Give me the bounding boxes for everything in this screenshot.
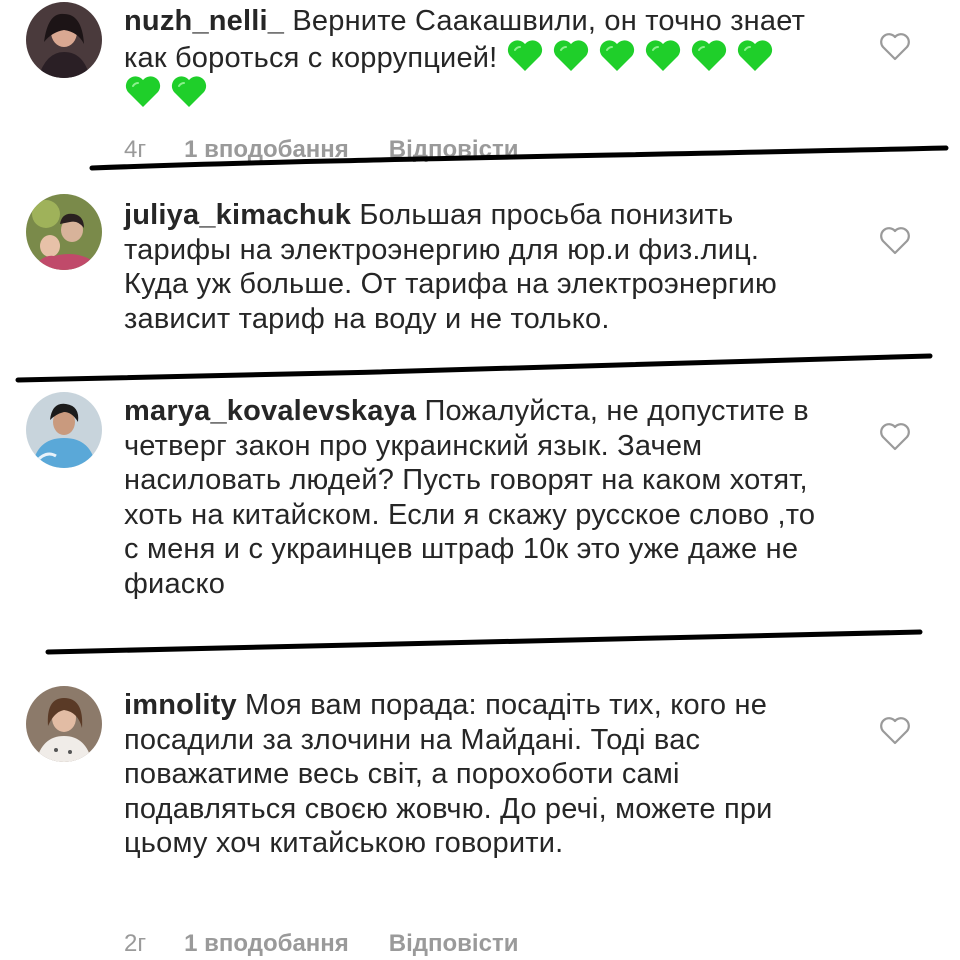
green-heart-icon xyxy=(124,75,162,109)
green-heart-icon xyxy=(170,75,208,109)
avatar-image xyxy=(26,2,102,78)
comment-text: marya_kovalevskaya Пожалуйста, не допуст… xyxy=(124,394,824,601)
marker-stroke-2 xyxy=(15,353,933,383)
marker-stroke-3 xyxy=(45,629,923,655)
avatar[interactable] xyxy=(26,194,102,270)
avatar-image xyxy=(26,194,102,270)
green-heart-icon xyxy=(690,39,728,73)
reply-button[interactable]: Відповісти xyxy=(389,930,519,957)
comment-username[interactable]: nuzh_nelli_ xyxy=(124,5,284,37)
comment-time: 2г xyxy=(124,930,147,957)
avatar[interactable] xyxy=(26,686,102,762)
green-heart-icon xyxy=(644,39,682,73)
green-heart-icon xyxy=(736,39,774,73)
likes-count[interactable]: 1 вподобання xyxy=(184,136,349,163)
avatar[interactable] xyxy=(26,392,102,468)
avatar[interactable] xyxy=(26,2,102,78)
like-heart-icon[interactable] xyxy=(878,226,912,256)
likes-count[interactable]: 1 вподобання xyxy=(184,930,349,957)
comment-text: juliya_kimachuk Большая просьба понизить… xyxy=(124,198,824,336)
green-heart-icon xyxy=(552,39,590,73)
reply-button[interactable]: Відповісти xyxy=(389,136,519,163)
like-heart-icon[interactable] xyxy=(878,422,912,452)
comment-meta: 2г 1 вподобання Відповісти xyxy=(124,930,518,958)
comment-username[interactable]: juliya_kimachuk xyxy=(124,199,351,231)
comment-time: 4г xyxy=(124,136,147,163)
comment-username[interactable]: marya_kovalevskaya xyxy=(124,395,416,427)
green-heart-icon xyxy=(598,39,636,73)
like-heart-icon[interactable] xyxy=(878,716,912,746)
avatar-image xyxy=(26,686,102,762)
comment-text: nuzh_nelli_ Верните Саакашвили, он точно… xyxy=(124,4,824,112)
avatar-image xyxy=(26,392,102,468)
comment-meta: 4г 1 вподобання Відповісти xyxy=(124,136,518,164)
comment-text: imnolity Моя вам порада: посадіть тих, к… xyxy=(124,688,824,861)
green-heart-icon xyxy=(506,39,544,73)
like-heart-icon[interactable] xyxy=(878,32,912,62)
comment-username[interactable]: imnolity xyxy=(124,689,237,721)
